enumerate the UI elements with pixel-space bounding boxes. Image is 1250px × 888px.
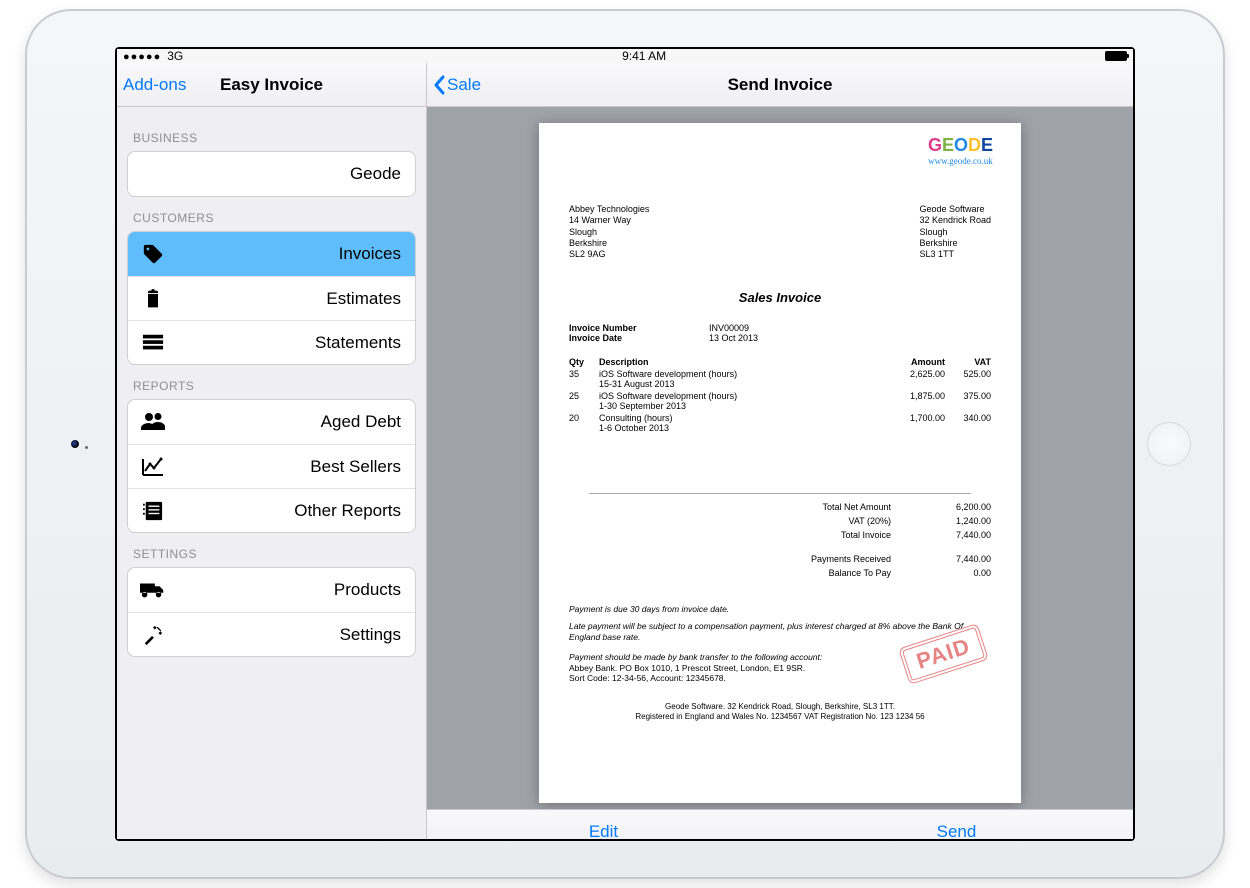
status-bar: ●●●●● 3G 9:41 AM	[117, 49, 1133, 63]
back-to-sale-button[interactable]: Sale	[433, 63, 481, 107]
sidebar-item-other-reports[interactable]: Other Reports	[128, 488, 415, 532]
invoice-preview-scroll[interactable]: GEODE www.geode.co.uk Abbey Technologies…	[427, 107, 1133, 809]
status-time: 9:41 AM	[622, 49, 666, 63]
bill-to-address: Abbey Technologies 14 Warner Way Slough …	[569, 204, 649, 260]
detail-pane: Sale Send Invoice GEODE www.geode.co.uk …	[427, 63, 1133, 839]
screen-bezel: ●●●●● 3G 9:41 AM Add-ons Easy Invoice BU…	[115, 47, 1135, 841]
total-row: Total Net Amount6,200.00	[569, 502, 991, 512]
home-button[interactable]	[1147, 422, 1191, 466]
master-navbar: Add-ons Easy Invoice	[117, 63, 426, 107]
company-logo: GEODE www.geode.co.uk	[928, 135, 993, 166]
truck-icon	[140, 581, 166, 599]
invoices-label: Invoices	[180, 244, 401, 264]
detail-toolbar: Edit Send	[427, 809, 1133, 839]
invoice-page: GEODE www.geode.co.uk Abbey Technologies…	[539, 123, 1021, 803]
carrier-label: 3G	[167, 49, 183, 63]
send-button[interactable]: Send	[780, 810, 1133, 839]
other-reports-label: Other Reports	[180, 501, 401, 521]
tools-icon	[140, 624, 166, 646]
sidebar-item-aged-debt[interactable]: Aged Debt	[128, 400, 415, 444]
tag-icon	[140, 243, 166, 265]
best-sellers-label: Best Sellers	[180, 457, 401, 477]
notebook-icon	[140, 501, 166, 521]
estimates-label: Estimates	[180, 289, 401, 309]
business-name-cell[interactable]: Geode	[128, 152, 415, 196]
sidebar-item-products[interactable]: Products	[128, 568, 415, 612]
line-item: 35 iOS Software development (hours)15-31…	[569, 369, 991, 389]
sidebar-item-estimates[interactable]: Estimates	[128, 276, 415, 320]
section-business: BUSINESS	[127, 117, 416, 151]
total-row: Total Invoice7,440.00	[569, 530, 991, 540]
detail-navbar: Sale Send Invoice	[427, 63, 1133, 107]
section-customers: CUSTOMERS	[127, 197, 416, 231]
company-url: www.geode.co.uk	[928, 156, 993, 166]
from-address: Geode Software 32 Kendrick Road Slough B…	[919, 204, 991, 260]
total-row: Balance To Pay0.00	[569, 568, 991, 578]
camera-dot	[71, 440, 79, 448]
back-label: Sale	[447, 75, 481, 95]
master-pane: Add-ons Easy Invoice BUSINESS Geode CUST…	[117, 63, 427, 839]
sidebar-item-best-sellers[interactable]: Best Sellers	[128, 444, 415, 488]
line-items-header: Qty Description Amount VAT	[569, 357, 991, 367]
invoice-meta: Invoice NumberINV00009 Invoice Date13 Oc…	[569, 323, 991, 343]
clipboard-icon	[140, 288, 166, 310]
master-title: Easy Invoice	[220, 75, 323, 95]
products-label: Products	[180, 580, 401, 600]
section-reports: REPORTS	[127, 365, 416, 399]
camera-sensor	[85, 446, 88, 449]
signal-dots-icon: ●●●●●	[123, 49, 161, 63]
section-settings: SETTINGS	[127, 533, 416, 567]
sidebar-item-statements[interactable]: Statements	[128, 320, 415, 364]
sidebar-item-settings[interactable]: Settings	[128, 612, 415, 656]
edit-button[interactable]: Edit	[427, 810, 780, 839]
aged-debt-label: Aged Debt	[180, 412, 401, 432]
ipad-frame: ●●●●● 3G 9:41 AM Add-ons Easy Invoice BU…	[25, 9, 1225, 879]
addons-back-button[interactable]: Add-ons	[123, 63, 186, 107]
settings-label: Settings	[180, 625, 401, 645]
battery-icon	[1105, 51, 1127, 61]
detail-title: Send Invoice	[728, 75, 833, 95]
chevron-left-icon	[433, 75, 445, 95]
line-item: 25 iOS Software development (hours)1-30 …	[569, 391, 991, 411]
people-icon	[140, 412, 166, 432]
stack-icon	[140, 334, 166, 352]
total-row: VAT (20%)1,240.00	[569, 516, 991, 526]
line-item: 20 Consulting (hours)1-6 October 2013 1,…	[569, 413, 991, 433]
chart-line-icon	[140, 457, 166, 477]
total-row: Payments Received7,440.00	[569, 554, 991, 564]
statements-label: Statements	[180, 333, 401, 353]
addons-label: Add-ons	[123, 75, 186, 95]
business-name: Geode	[350, 164, 401, 184]
sidebar-item-invoices[interactable]: Invoices	[128, 232, 415, 276]
invoice-title: Sales Invoice	[569, 290, 991, 305]
page-footer: Geode Software. 32 Kendrick Road, Slough…	[569, 702, 991, 722]
